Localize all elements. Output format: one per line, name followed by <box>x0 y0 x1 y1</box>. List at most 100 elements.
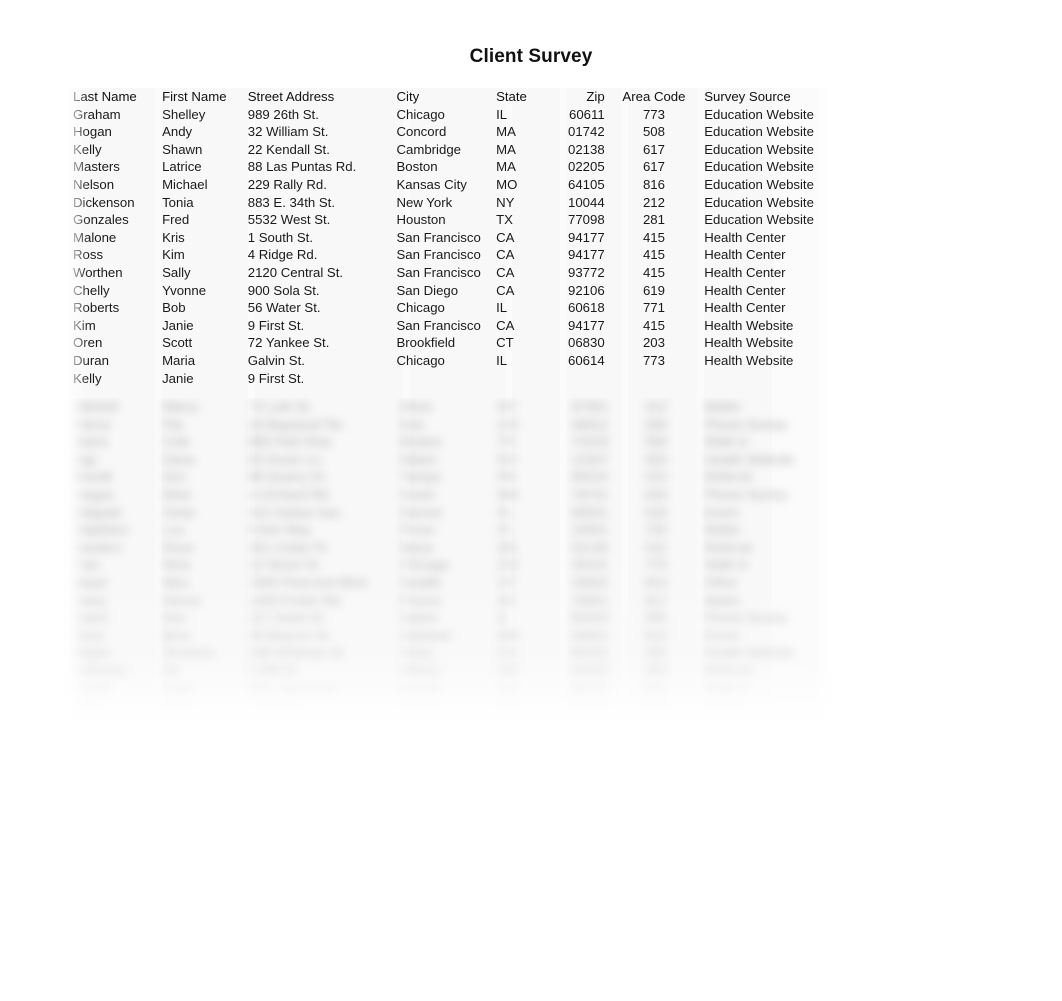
table-row[interactable]: Gonzales Fred 5532 West St. Houston TX 77098 2… <box>65 211 835 229</box>
cell-survey_source[interactable]: Health Center <box>690 282 835 300</box>
cell-street_address[interactable]: 1 South St. <box>248 229 397 247</box>
cell-first_name[interactable]: Maria <box>162 352 248 370</box>
cell-last_name[interactable]: Kim <box>65 317 162 335</box>
cell-last_name[interactable]: Graham <box>65 106 162 124</box>
cell-state[interactable]: CA <box>496 264 543 282</box>
cell-city[interactable]: Chicago <box>396 352 496 370</box>
cell-area_code[interactable]: 203 <box>618 334 691 352</box>
cell-city[interactable]: San Francisco <box>396 229 496 247</box>
cell-street_address[interactable]: 989 26th St. <box>248 106 397 124</box>
cell-first_name[interactable]: Janie <box>162 317 248 335</box>
cell-last_name[interactable]: Kelly <box>65 370 162 388</box>
cell-street_address[interactable]: 22 Kendall St. <box>248 141 397 159</box>
cell-area_code[interactable]: 773 <box>618 106 691 124</box>
table-row[interactable]: Masters Latrice 88 Las Puntas Rd. Boston MA 0… <box>65 158 835 176</box>
cell-zip[interactable] <box>543 370 618 388</box>
cell-area_code[interactable]: 773 <box>618 352 691 370</box>
cell-first_name[interactable]: Andy <box>162 123 248 141</box>
table-row[interactable]: Duran Maria Galvin St. Chicago IL 60614 773 Hea… <box>65 352 835 370</box>
cell-street_address[interactable]: 9 First St. <box>248 370 397 388</box>
cell-zip[interactable]: 02138 <box>543 141 618 159</box>
cell-last_name[interactable]: Ross <box>65 246 162 264</box>
cell-first_name[interactable]: Fred <box>162 211 248 229</box>
cell-state[interactable]: CA <box>496 229 543 247</box>
cell-last_name[interactable]: Nelson <box>65 176 162 194</box>
cell-city[interactable]: New York <box>396 194 496 212</box>
cell-survey_source[interactable]: Health Center <box>690 264 835 282</box>
table-row[interactable]: Nelson Michael 229 Rally Rd. Kansas City MO 6… <box>65 176 835 194</box>
cell-survey_source[interactable]: Health Website <box>690 334 835 352</box>
cell-city[interactable]: Boston <box>396 158 496 176</box>
cell-first_name[interactable]: Scott <box>162 334 248 352</box>
table-row[interactable]: Worthen Sally 2120 Central St. San Francisc… <box>65 264 835 282</box>
cell-survey_source[interactable]: Health Website <box>690 352 835 370</box>
cell-zip[interactable]: 64105 <box>543 176 618 194</box>
cell-state[interactable]: CA <box>496 282 543 300</box>
cell-first_name[interactable]: Kris <box>162 229 248 247</box>
cell-state[interactable]: TX <box>496 211 543 229</box>
column-header-first-name[interactable]: First Name <box>162 88 248 106</box>
cell-area_code[interactable]: 816 <box>618 176 691 194</box>
cell-state[interactable]: IL <box>496 352 543 370</box>
column-header-state[interactable]: State <box>496 88 543 106</box>
cell-first_name[interactable]: Shelley <box>162 106 248 124</box>
cell-last_name[interactable]: Duran <box>65 352 162 370</box>
cell-city[interactable]: Chicago <box>396 299 496 317</box>
table-row[interactable]: Kelly Janie 9 First St. <box>65 370 835 388</box>
cell-last_name[interactable]: Chelly <box>65 282 162 300</box>
cell-city[interactable]: Cambridge <box>396 141 496 159</box>
cell-survey_source[interactable]: Health Center <box>690 246 835 264</box>
cell-street_address[interactable]: Galvin St. <box>248 352 397 370</box>
cell-zip[interactable]: 02205 <box>543 158 618 176</box>
cell-area_code[interactable]: 771 <box>618 299 691 317</box>
cell-area_code[interactable]: 617 <box>618 141 691 159</box>
cell-city[interactable]: Chicago <box>396 106 496 124</box>
cell-survey_source[interactable]: Education Website <box>690 176 835 194</box>
cell-zip[interactable]: 93772 <box>543 264 618 282</box>
cell-state[interactable]: MA <box>496 123 543 141</box>
table-row[interactable]: Roberts Bob 56 Water St. Chicago IL 60618 771 H… <box>65 299 835 317</box>
cell-area_code[interactable]: 415 <box>618 246 691 264</box>
cell-first_name[interactable]: Latrice <box>162 158 248 176</box>
cell-first_name[interactable]: Sally <box>162 264 248 282</box>
table-row[interactable]: Ross Kim 4 Ridge Rd. San Francisco CA 94177 41… <box>65 246 835 264</box>
cell-city[interactable]: San Francisco <box>396 264 496 282</box>
cell-street_address[interactable]: 72 Yankee St. <box>248 334 397 352</box>
column-header-last-name[interactable]: Last Name <box>65 88 162 106</box>
column-header-survey-source[interactable]: Survey Source <box>690 88 835 106</box>
cell-state[interactable]: MA <box>496 158 543 176</box>
cell-city[interactable]: Brookfield <box>396 334 496 352</box>
cell-first_name[interactable]: Kim <box>162 246 248 264</box>
cell-street_address[interactable]: 56 Water St. <box>248 299 397 317</box>
cell-state[interactable]: IL <box>496 299 543 317</box>
cell-area_code[interactable]: 281 <box>618 211 691 229</box>
cell-last_name[interactable]: Dickenson <box>65 194 162 212</box>
table-row[interactable]: Chelly Yvonne 900 Sola St. San Diego CA 92106… <box>65 282 835 300</box>
cell-area_code[interactable]: 212 <box>618 194 691 212</box>
cell-survey_source[interactable]: Education Website <box>690 123 835 141</box>
cell-zip[interactable]: 77098 <box>543 211 618 229</box>
table-row[interactable]: Dickenson Tonia 883 E. 34th St. New York NY 1… <box>65 194 835 212</box>
table-row[interactable]: Malone Kris 1 South St. San Francisco CA 9417… <box>65 229 835 247</box>
cell-last_name[interactable]: Roberts <box>65 299 162 317</box>
cell-street_address[interactable]: 5532 West St. <box>248 211 397 229</box>
cell-zip[interactable]: 94177 <box>543 246 618 264</box>
cell-zip[interactable]: 94177 <box>543 229 618 247</box>
cell-zip[interactable]: 10044 <box>543 194 618 212</box>
cell-state[interactable]: MO <box>496 176 543 194</box>
cell-city[interactable]: Houston <box>396 211 496 229</box>
cell-street_address[interactable]: 88 Las Puntas Rd. <box>248 158 397 176</box>
cell-area_code[interactable]: 415 <box>618 229 691 247</box>
cell-street_address[interactable]: 9 First St. <box>248 317 397 335</box>
cell-city[interactable] <box>396 370 496 388</box>
cell-last_name[interactable]: Malone <box>65 229 162 247</box>
table-row[interactable]: Hogan Andy 32 William St. Concord MA 01742 508… <box>65 123 835 141</box>
cell-survey_source[interactable]: Education Website <box>690 106 835 124</box>
cell-city[interactable]: San Francisco <box>396 317 496 335</box>
cell-zip[interactable]: 01742 <box>543 123 618 141</box>
cell-zip[interactable]: 94177 <box>543 317 618 335</box>
cell-survey_source[interactable]: Health Center <box>690 229 835 247</box>
cell-street_address[interactable]: 4 Ridge Rd. <box>248 246 397 264</box>
cell-last_name[interactable]: Gonzales <box>65 211 162 229</box>
cell-zip[interactable]: 60618 <box>543 299 618 317</box>
